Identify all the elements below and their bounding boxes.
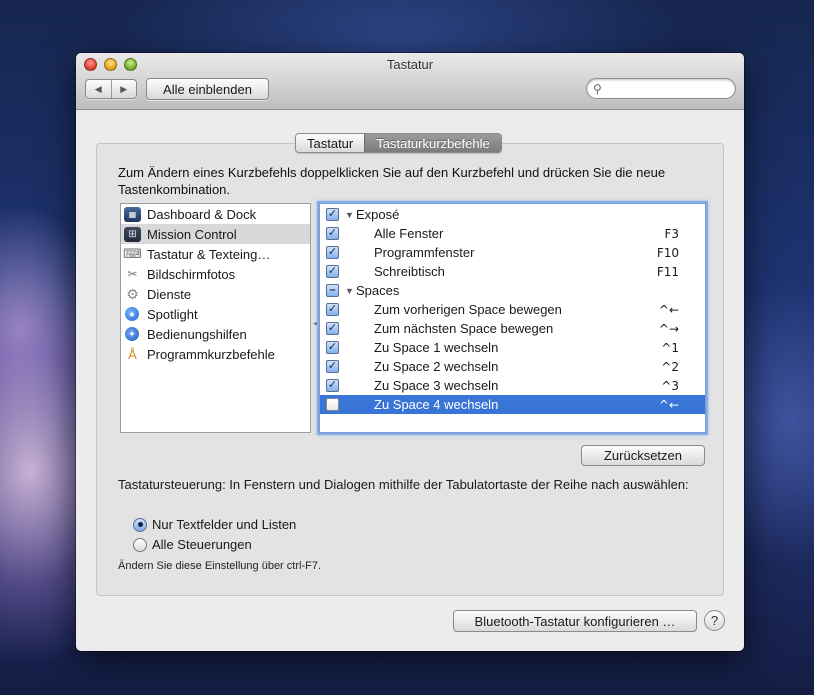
shortcut-group-spaces[interactable]: – ▼ Spaces <box>320 281 705 300</box>
category-label: Programmkurzbefehle <box>147 346 275 362</box>
shortcut-row[interactable]: ✓ Zu Space 1 wechseln ^1 <box>320 338 705 357</box>
shortcut-name: Programmfenster <box>374 245 475 260</box>
shortcut-hint-text: Ändern Sie diese Einstellung über ctrl-F… <box>118 560 321 572</box>
back-icon: ◀ <box>94 83 102 94</box>
shortcut-list[interactable]: ✓ ▼ Exposé ✓ Alle Fenster F3 ✓ Programmf… <box>319 203 706 433</box>
shortcut-row[interactable]: ✓ Zum vorherigen Space bewegen ^← <box>320 300 705 319</box>
mission-control-icon: ⊞ <box>124 226 141 242</box>
category-list: ▦ Dashboard & Dock ⊞ Mission Control ⌨ T… <box>120 203 311 433</box>
radio-button[interactable] <box>133 537 147 552</box>
bluetooth-keyboard-button[interactable]: Bluetooth-Tastatur konfigurieren … <box>453 610 697 632</box>
category-item-app-shortcuts[interactable]: Å Programmkurzbefehle <box>121 344 310 364</box>
disclosure-triangle-icon[interactable]: ▼ <box>345 210 356 220</box>
checkbox[interactable]: ✓ <box>326 360 339 373</box>
shortcut-key[interactable]: F11 <box>625 265 705 279</box>
checkbox[interactable]: ✓ <box>326 322 339 335</box>
search-icon: ⚲ <box>593 81 602 96</box>
category-label: Bildschirmfotos <box>147 266 236 282</box>
category-item-dashboard-dock[interactable]: ▦ Dashboard & Dock <box>121 204 310 224</box>
radio-button-selected[interactable] <box>133 517 147 532</box>
shortcut-row[interactable]: ✓ Alle Fenster F3 <box>320 224 705 243</box>
tab-bar: Tastatur Tastaturkurzbefehle <box>295 133 502 153</box>
reset-button[interactable]: Zurücksetzen <box>581 445 705 466</box>
shortcut-group-expose[interactable]: ✓ ▼ Exposé <box>320 205 705 224</box>
checkbox-mixed[interactable]: – <box>326 284 339 297</box>
category-label: Spotlight <box>147 306 198 322</box>
search-input[interactable] <box>605 81 726 96</box>
shortcut-row[interactable]: ✓ Schreibtisch F11 <box>320 262 705 281</box>
shortcut-name: Zu Space 3 wechseln <box>374 378 499 393</box>
category-item-accessibility[interactable]: ✦ Bedienungshilfen <box>121 324 310 344</box>
checkbox[interactable] <box>326 398 339 411</box>
gear-icon: ⚙ <box>126 285 139 302</box>
back-button[interactable]: ◀ <box>86 80 111 98</box>
shortcut-row[interactable]: ✓ Programmfenster F10 <box>320 243 705 262</box>
category-label: Mission Control <box>147 226 237 242</box>
category-item-services[interactable]: ⚙ Dienste <box>121 284 310 304</box>
tab-keyboard-shortcuts[interactable]: Tastaturkurzbefehle <box>364 134 501 152</box>
shortcut-row[interactable]: ✓ Zu Space 2 wechseln ^2 <box>320 357 705 376</box>
radio-all-controls[interactable]: Alle Steuerungen <box>133 537 252 552</box>
checkbox[interactable]: ✓ <box>326 265 339 278</box>
split-handle-icon[interactable]: ◂ <box>313 318 318 329</box>
shortcut-key[interactable]: F3 <box>625 227 705 241</box>
shortcut-name: Zum nächsten Space bewegen <box>374 321 554 336</box>
radio-text-fields-lists[interactable]: Nur Textfelder und Listen <box>133 517 296 532</box>
shortcut-key[interactable]: ^← <box>625 303 705 317</box>
keyboard-control-text: Tastatursteuerung: In Fenstern und Dialo… <box>118 477 689 492</box>
shortcut-name: Alle Fenster <box>374 226 444 241</box>
checkbox[interactable]: ✓ <box>326 246 339 259</box>
shortcut-key[interactable]: ^→ <box>625 322 705 336</box>
shortcut-row[interactable]: ✓ Zu Space 3 wechseln ^3 <box>320 376 705 395</box>
instructions-text: Zum Ändern eines Kurzbefehls doppelklick… <box>118 165 666 197</box>
shortcut-key[interactable]: ^1 <box>625 341 705 355</box>
category-item-spotlight[interactable]: ● Spotlight <box>121 304 310 324</box>
keyboard-icon: ⌨ <box>123 246 142 261</box>
shortcut-row[interactable]: ✓ Zum nächsten Space bewegen ^→ <box>320 319 705 338</box>
shortcuts-panel: Zum Ändern eines Kurzbefehls doppelklick… <box>96 143 724 596</box>
shortcut-name: Zu Space 2 wechseln <box>374 359 499 374</box>
shortcut-name: Schreibtisch <box>374 264 445 279</box>
back-forward-control: ◀ ▶ <box>85 79 137 99</box>
category-label: Dienste <box>147 286 192 302</box>
forward-icon: ▶ <box>120 83 128 94</box>
forward-button[interactable]: ▶ <box>110 80 137 98</box>
shortcut-key[interactable]: ^← <box>625 398 705 412</box>
spotlight-icon: ● <box>125 307 139 321</box>
checkbox[interactable]: ✓ <box>326 379 339 392</box>
app-shortcuts-icon: Å <box>128 346 137 362</box>
category-label: Dashboard & Dock <box>147 206 257 222</box>
shortcut-key[interactable]: ^2 <box>625 360 705 374</box>
title-bar: Tastatur ◀ ▶ Alle einblenden ⚲ <box>76 53 744 110</box>
search-field: ⚲ <box>586 78 736 99</box>
preferences-window: Tastatur ◀ ▶ Alle einblenden ⚲ Tastatur … <box>76 53 744 651</box>
accessibility-icon: ✦ <box>125 327 139 341</box>
shortcut-name: Zu Space 1 wechseln <box>374 340 499 355</box>
category-item-screenshots[interactable]: ✂ Bildschirmfotos <box>121 264 310 284</box>
disclosure-triangle-icon[interactable]: ▼ <box>345 286 356 296</box>
dashboard-icon: ▦ <box>124 206 141 222</box>
checkbox[interactable]: ✓ <box>326 208 339 221</box>
shortcut-name: Zu Space 4 wechseln <box>374 397 499 412</box>
radio-label: Alle Steuerungen <box>152 537 252 552</box>
window-title: Tastatur <box>386 57 434 72</box>
checkbox[interactable]: ✓ <box>326 303 339 316</box>
shortcut-row-selected[interactable]: Zu Space 4 wechseln ^← <box>320 395 705 414</box>
checkbox[interactable]: ✓ <box>326 341 339 354</box>
category-label: Bedienungshilfen <box>147 326 247 342</box>
shortcut-name: Spaces <box>356 283 400 298</box>
screenshot-icon: ✂ <box>127 267 138 281</box>
shortcut-key[interactable]: F10 <box>625 246 705 260</box>
category-item-mission-control[interactable]: ⊞ Mission Control <box>121 224 310 244</box>
checkbox[interactable]: ✓ <box>326 227 339 240</box>
radio-label: Nur Textfelder und Listen <box>152 517 297 532</box>
shortcut-name: Zum vorherigen Space bewegen <box>374 302 562 317</box>
help-button[interactable]: ? <box>704 610 725 631</box>
category-item-keyboard-text[interactable]: ⌨ Tastatur & Texteing… <box>121 244 310 264</box>
shortcut-key[interactable]: ^3 <box>625 379 705 393</box>
show-all-button[interactable]: Alle einblenden <box>146 78 269 100</box>
shortcut-name: Exposé <box>356 207 400 222</box>
tab-keyboard[interactable]: Tastatur <box>296 134 365 152</box>
category-label: Tastatur & Texteing… <box>147 246 271 262</box>
